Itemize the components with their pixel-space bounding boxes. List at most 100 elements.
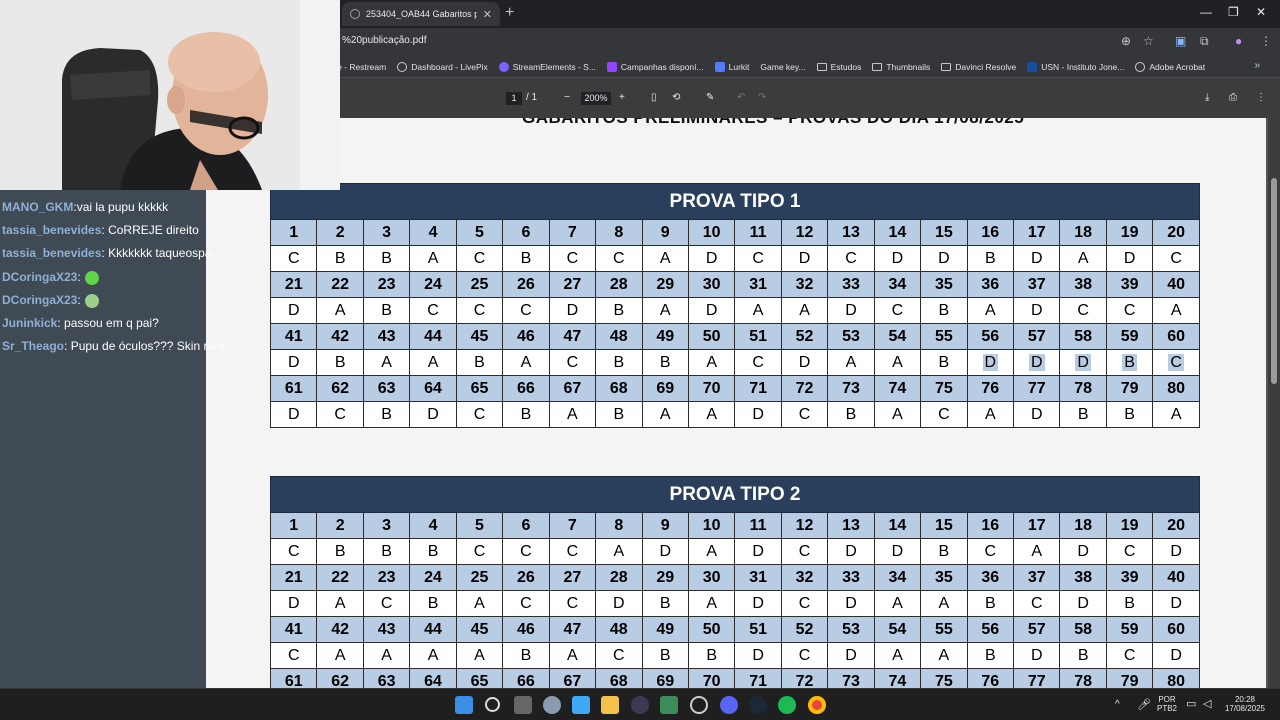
page-number-input[interactable]: 1 [506,92,522,105]
clock-time: 20:28 [1234,695,1256,704]
bookmark-star-icon[interactable]: ☆ [1143,34,1154,48]
chat-message: tassia_benevides: CoRREJE direito [2,223,199,237]
zoom-level-input[interactable]: 200% [581,92,611,105]
obs-icon[interactable] [631,696,649,714]
question-number: 66 [502,375,550,402]
question-number: 48 [595,616,643,643]
minimize-icon[interactable]: — [1200,5,1212,19]
bookmarks-overflow-icon[interactable]: » [1254,60,1260,71]
bookmark-item[interactable]: StreamElements - S... [498,61,596,72]
bookmark-folder[interactable]: Thumbnails [872,62,930,72]
answer-cell: D [966,349,1015,376]
zoom-icon[interactable]: ⊕ [1121,34,1131,48]
network-icon[interactable]: ▭ [1186,697,1196,710]
question-number: 74 [873,375,922,402]
selected-answer-text: D [982,353,999,371]
volume-icon[interactable]: ◁ [1203,697,1211,710]
chat-username: Sr_Theago [2,339,65,353]
question-number: 26 [502,271,550,298]
chat-text: CoRREJE direito [108,223,199,237]
input-language[interactable]: POR PTB2 [1156,695,1178,713]
app-icon[interactable] [660,696,678,714]
profile-avatar-icon[interactable]: ● [1235,34,1242,48]
redo-icon[interactable]: ↷ [758,92,766,103]
bookmark-item[interactable]: Lurkit [714,61,749,72]
close-tab-icon[interactable]: ✕ [483,8,492,21]
answer-cell: D [1152,538,1200,565]
zoom-in-button[interactable]: + [619,92,625,103]
answer-cell: D [1105,245,1154,272]
bookmark-item[interactable]: Game key... [760,62,805,72]
bookmark-item[interactable]: Dashboard - LivePix [397,61,488,72]
photos-icon[interactable] [572,696,590,714]
answer-cell: D [1012,349,1061,376]
zoom-out-button[interactable]: − [564,92,570,103]
close-window-icon[interactable]: ✕ [1256,5,1266,19]
steam-icon[interactable] [749,696,767,714]
question-number: 22 [316,271,364,298]
restore-icon[interactable]: ❐ [1228,5,1239,19]
answer-cell: C [455,401,504,428]
answer-cell: D [734,642,782,669]
print-icon[interactable]: ⎙ [1229,92,1237,103]
bookmark-label: StreamElements - S... [512,61,596,72]
url-text[interactable]: %20publicação.pdf [342,35,427,46]
question-number: 20 [1152,512,1200,539]
answer-cell: B [502,401,550,428]
settings-icon[interactable] [543,696,561,714]
chrome-icon[interactable] [808,696,826,714]
answer-cell: A [548,401,597,428]
question-number-row: 41 42 43 44 45 46 47 48 49 50 51 52 53 54 55 56 57 58 59 60 [269,323,1200,350]
more-options-icon[interactable]: ⋮ [1256,92,1266,103]
browser-tab-active[interactable]: 253404_OAB44 Gabaritos para... ✕ [342,2,500,26]
rotate-icon[interactable]: ⟲ [672,92,680,103]
folder-icon [941,62,952,71]
question-number: 75 [920,375,968,402]
search-icon[interactable] [485,697,500,712]
question-number: 68 [595,375,643,402]
screen: 253404_OAB44 Gabaritos para... ✕ + — ❐ ✕… [0,0,1280,720]
bookmark-folder[interactable]: Davinci Resolve [941,62,1016,72]
answer-cell: C [595,245,643,272]
question-number: 16 [966,512,1015,539]
answer-cell: A [455,642,504,669]
file-explorer-icon[interactable] [601,696,619,714]
question-number: 24 [409,271,457,298]
undo-icon[interactable]: ↶ [737,92,745,103]
answer-row: DACBACCDBADCDAABCDBD [269,590,1200,617]
question-number: 36 [966,564,1015,591]
chat-username: tassia_benevides [2,246,102,260]
bookmark-item[interactable]: Adobe Acrobat [1135,61,1205,72]
davinci-resolve-icon[interactable] [690,696,708,714]
download-icon[interactable]: ⤓ [1205,92,1209,103]
task-view-icon[interactable] [514,696,532,714]
bookmark-folder[interactable]: Estudos [816,62,861,72]
question-number: 79 [1105,668,1154,688]
bookmark-item[interactable]: USN - Instituto Jone... [1027,61,1124,72]
question-number-row: 21 22 23 24 25 26 27 28 29 30 31 32 33 34 35 36 37 38 39 40 [269,271,1200,298]
bookmark-label: Campanhas disponí... [620,61,704,72]
tray-overflow-icon[interactable]: ^ [1115,699,1120,710]
spotify-icon[interactable] [778,696,796,714]
new-tab-icon[interactable]: + [505,4,514,22]
question-number: 21 [269,564,318,591]
question-number: 23 [362,271,411,298]
extensions-puzzle-icon[interactable]: ⧉ [1200,34,1209,49]
answer-cell: A [873,642,922,669]
windows-start-icon[interactable] [455,696,473,714]
scrollbar-thumb[interactable] [1271,178,1277,384]
answer-cell: D [1059,349,1107,376]
bookmark-item[interactable]: Campanhas disponí... [606,61,704,72]
fit-page-icon[interactable]: ▯ [651,92,657,103]
question-number: 37 [1012,564,1061,591]
question-number: 51 [734,616,782,643]
answer-cell: A [595,538,643,565]
chat-text: Pupu de óculos??? Skin rara [70,339,225,353]
microphone-icon[interactable]: 🎤︎ [1137,698,1151,711]
answer-cell: D [269,590,318,617]
extension-icon[interactable]: ▣ [1175,34,1186,48]
annotate-icon[interactable]: ✎ [706,92,714,103]
discord-icon[interactable] [720,696,738,714]
menu-kebab-icon[interactable]: ⋮ [1260,34,1272,48]
clock[interactable]: 20:28 17/08/2025 [1222,695,1268,713]
